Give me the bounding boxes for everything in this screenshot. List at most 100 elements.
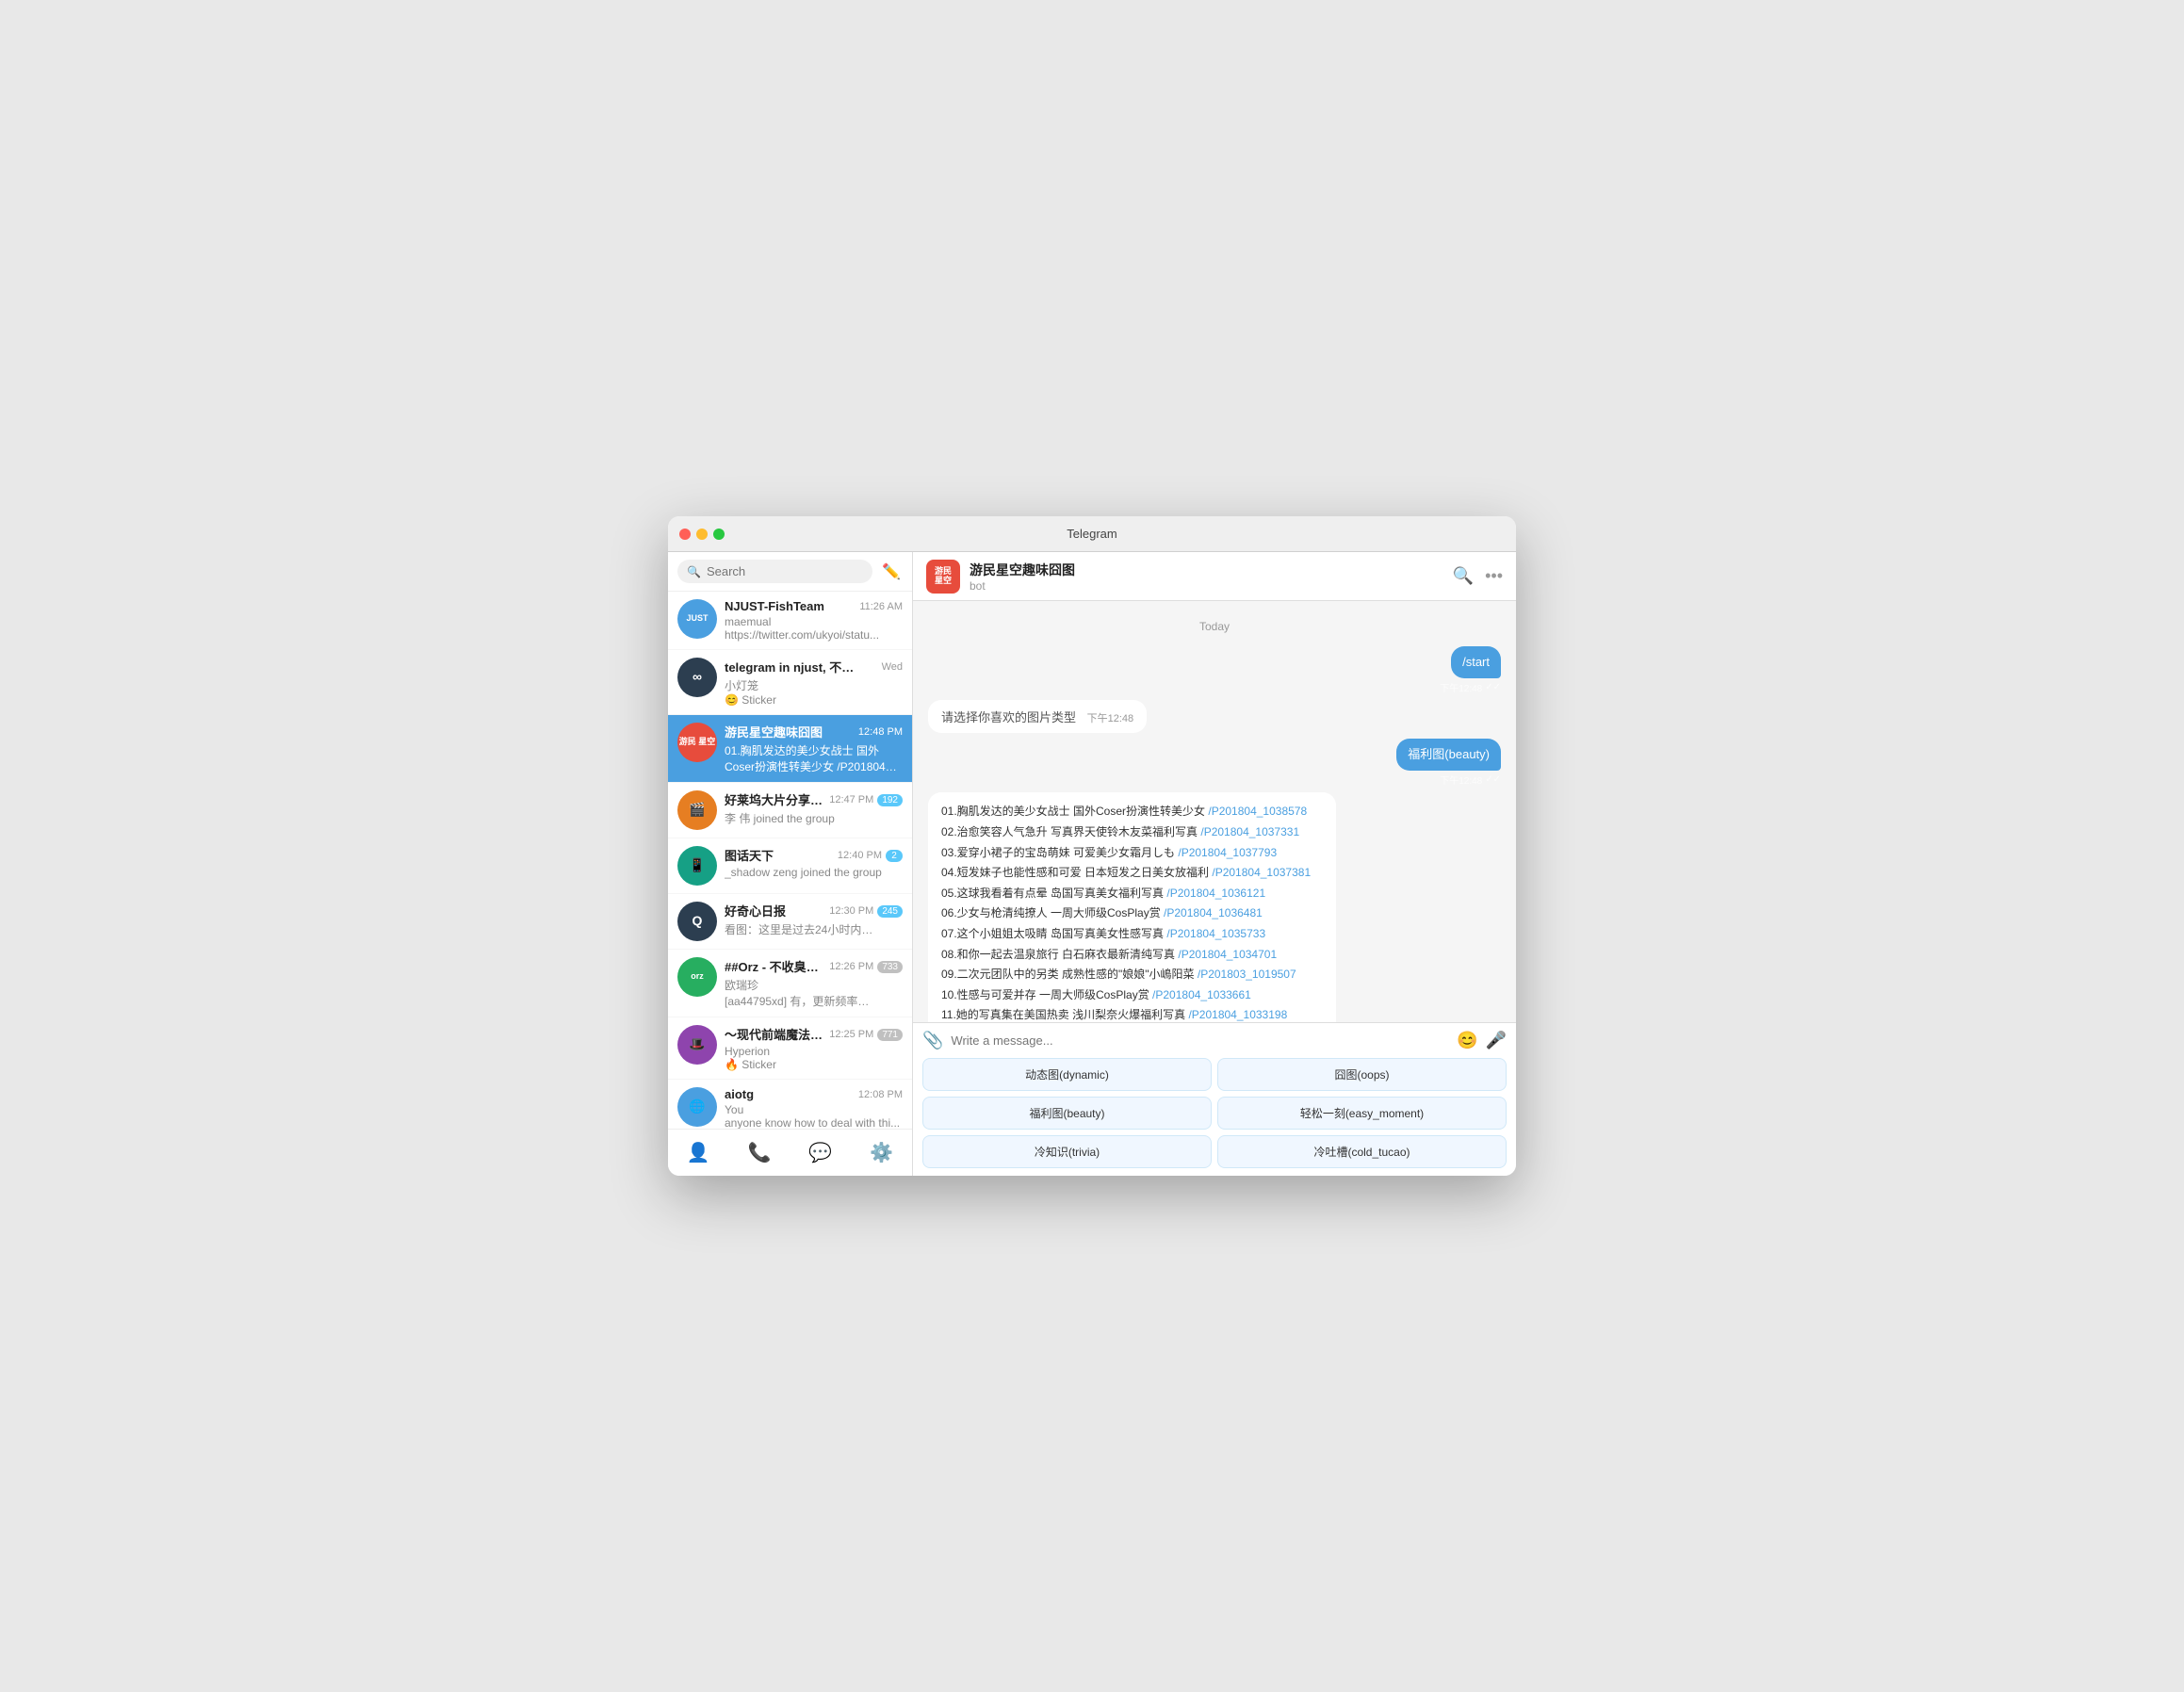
- chat-list-item[interactable]: 📱 图话天下 12:40 PM _shadow zeng joined the …: [668, 838, 912, 894]
- chat-list-item[interactable]: orz ##Orz - 不收臭钱的... 12:26 PM 欧瑞珍[aa4479…: [668, 950, 912, 1017]
- chat-name: aiotg: [725, 1087, 754, 1101]
- more-options-button[interactable]: •••: [1485, 566, 1503, 586]
- check-icon: ✓✓: [1485, 682, 1501, 692]
- settings-tab[interactable]: ⚙️: [862, 1137, 901, 1168]
- list-link[interactable]: /P201804_1033198: [1188, 1008, 1287, 1021]
- chat-header-info: 游民星空趣味囧图 bot: [970, 561, 1443, 593]
- search-input[interactable]: [707, 564, 863, 578]
- message-time: 下午12:48: [1087, 713, 1134, 724]
- voice-button[interactable]: 🎤: [1486, 1031, 1507, 1050]
- list-item: 04.短发妹子也能性感和可爱 日本短发之日美女放福利 /P201804_1037…: [941, 863, 1323, 884]
- chat-area: 游民星空 游民星空趣味囧图 bot 🔍 ••• Today /start: [913, 552, 1516, 1176]
- chat-time: 12:48 PM: [858, 726, 903, 738]
- chat-list-item[interactable]: Q 好奇心日报 12:30 PM 看图：这里是过去24小时内发生的重要的事 每天…: [668, 894, 912, 950]
- chat-preview: _shadow zeng joined the group: [725, 866, 882, 879]
- sidebar-footer: 👤 📞 💬 ⚙️: [668, 1129, 912, 1176]
- avatar: orz: [677, 957, 717, 997]
- chat-preview: 李 伟 joined the group: [725, 810, 873, 826]
- chat-preview: maemualhttps://twitter.com/ukyoi/statu..…: [725, 615, 903, 642]
- maximize-button[interactable]: [713, 529, 725, 540]
- message-row: 福利图(beauty) 下午12:48 ✓✓: [928, 739, 1501, 787]
- chat-info: 好奇心日报 12:30 PM 看图：这里是过去24小时内发生的重要的事 每天我们…: [725, 902, 873, 937]
- chat-info: 游民星空趣味囧图 12:48 PM 01.胸肌发达的美少女战士 国外Coser扮…: [725, 723, 903, 774]
- list-link[interactable]: /P201804_1037793: [1178, 846, 1277, 859]
- list-link[interactable]: /P201804_1037331: [1200, 825, 1299, 838]
- badge: 192: [877, 794, 903, 806]
- chat-time: 12:26 PM: [829, 961, 873, 972]
- chat-header-name: 游民星空趣味囧图: [970, 561, 1443, 579]
- list-link[interactable]: /P201804_1038578: [1208, 805, 1307, 818]
- chat-name: 好莱坞大片分享交流: [725, 790, 829, 808]
- list-link[interactable]: /P201804_1035733: [1166, 927, 1265, 940]
- bot-button-dynamic[interactable]: 动态图(dynamic): [922, 1058, 1212, 1091]
- compose-button[interactable]: ✏️: [880, 561, 903, 583]
- bot-button-oops[interactable]: 囧图(oops): [1217, 1058, 1507, 1091]
- list-link[interactable]: /P201804_1036481: [1164, 906, 1263, 919]
- message-bubble: 福利图(beauty): [1396, 739, 1501, 771]
- search-chat-button[interactable]: 🔍: [1453, 566, 1474, 586]
- emoji-button[interactable]: 😊: [1457, 1031, 1477, 1050]
- search-box[interactable]: 🔍: [677, 560, 872, 583]
- minimize-button[interactable]: [696, 529, 708, 540]
- message-row: 01.胸肌发达的美少女战士 国外Coser扮演性转美少女 /P201804_10…: [928, 792, 1501, 1022]
- list-item: 08.和你一起去温泉旅行 白石麻衣最新清纯写真 /P201804_1034701: [941, 945, 1323, 966]
- avatar: 游民 星空: [677, 723, 717, 762]
- chat-preview: Hyperion🔥 Sticker: [725, 1045, 873, 1071]
- message-meta: 下午12:48 ✓✓: [1440, 680, 1501, 694]
- chat-list-item[interactable]: 游民 星空 游民星空趣味囧图 12:48 PM 01.胸肌发达的美少女战士 国外…: [668, 715, 912, 783]
- attach-button[interactable]: 📎: [922, 1031, 943, 1050]
- calls-tab[interactable]: 📞: [741, 1137, 779, 1168]
- message-input[interactable]: [951, 1033, 1449, 1048]
- bot-button-easy[interactable]: 轻松一刻(easy_moment): [1217, 1097, 1507, 1130]
- list-item: 01.胸肌发达的美少女战士 国外Coser扮演性转美少女 /P201804_10…: [941, 802, 1323, 822]
- chat-list-item[interactable]: 🌐 aiotg 12:08 PM Youanyone know how to d…: [668, 1080, 912, 1129]
- titlebar: Telegram: [668, 516, 1516, 552]
- message-text: 福利图(beauty): [1408, 747, 1490, 761]
- message-row: /start 下午12:48 ✓✓: [928, 646, 1501, 694]
- avatar: 🎬: [677, 790, 717, 830]
- list-link[interactable]: /P201804_1033661: [1152, 988, 1251, 1001]
- chat-time: Wed: [882, 661, 903, 673]
- chat-info: 图话天下 12:40 PM _shadow zeng joined the gr…: [725, 846, 882, 879]
- chat-time: 11:26 AM: [859, 601, 903, 612]
- chat-list-item[interactable]: 🎬 好莱坞大片分享交流 12:47 PM 李 伟 joined the grou…: [668, 783, 912, 838]
- badge: 733: [877, 961, 903, 973]
- close-button[interactable]: [679, 529, 691, 540]
- list-link[interactable]: /P201804_1037381: [1212, 866, 1311, 879]
- chat-list-item[interactable]: 🎩 ～现代前端魔法部～ 12:25 PM Hyperion🔥 Sticker 7…: [668, 1017, 912, 1080]
- chat-list-item[interactable]: ∞ telegram in njust, 不抛弃... Wed 小灯笼😊 Sti…: [668, 650, 912, 715]
- traffic-lights: [679, 529, 725, 540]
- chat-preview: 小灯笼😊 Sticker: [725, 677, 903, 707]
- list-link[interactable]: /P201803_1019507: [1198, 968, 1296, 981]
- avatar: 🌐: [677, 1087, 717, 1127]
- chat-list: JUST NJUST-FishTeam 11:26 AM maemualhttp…: [668, 592, 912, 1129]
- avatar: Q: [677, 902, 717, 941]
- search-icon: 🔍: [687, 565, 701, 578]
- contacts-tab[interactable]: 👤: [679, 1137, 718, 1168]
- list-link[interactable]: /P201804_1034701: [1178, 948, 1277, 961]
- avatar: 🎩: [677, 1025, 717, 1065]
- list-item: 03.爱穿小裙子的宝岛萌妹 可爱美少女霜月しも /P201804_1037793: [941, 843, 1323, 864]
- chat-name: 好奇心日报: [725, 902, 786, 919]
- chat-name: 图话天下: [725, 846, 774, 864]
- app-window: Telegram 🔍 ✏️ JUST NJUST-FishTeam 11:26 …: [668, 516, 1516, 1176]
- chat-time: 12:25 PM: [829, 1029, 873, 1040]
- bot-button-beauty[interactable]: 福利图(beauty): [922, 1097, 1212, 1130]
- chat-name: telegram in njust, 不抛弃...: [725, 658, 856, 675]
- bot-button-trivia[interactable]: 冷知识(trivia): [922, 1135, 1212, 1168]
- bot-button-cold[interactable]: 冷吐槽(cold_tucao): [1217, 1135, 1507, 1168]
- chats-tab[interactable]: 💬: [801, 1137, 839, 1168]
- badge: 2: [886, 850, 903, 862]
- chat-time: 12:08 PM: [858, 1089, 903, 1100]
- message-text: /start: [1462, 655, 1490, 669]
- message-time: 下午12:48: [1440, 680, 1482, 694]
- message-text: 请选择你喜欢的图片类型: [941, 710, 1076, 724]
- main-content: 🔍 ✏️ JUST NJUST-FishTeam 11:26 AM maemua…: [668, 552, 1516, 1176]
- list-link[interactable]: /P201804_1036121: [1166, 887, 1265, 900]
- chat-list-item[interactable]: JUST NJUST-FishTeam 11:26 AM maemualhttp…: [668, 592, 912, 650]
- chat-info: ##Orz - 不收臭钱的... 12:26 PM 欧瑞珍[aa44795xd]…: [725, 957, 873, 1009]
- chat-info: 好莱坞大片分享交流 12:47 PM 李 伟 joined the group: [725, 790, 873, 826]
- message-time: 下午12:48: [1440, 773, 1482, 787]
- chat-name: NJUST-FishTeam: [725, 599, 824, 613]
- avatar: 📱: [677, 846, 717, 886]
